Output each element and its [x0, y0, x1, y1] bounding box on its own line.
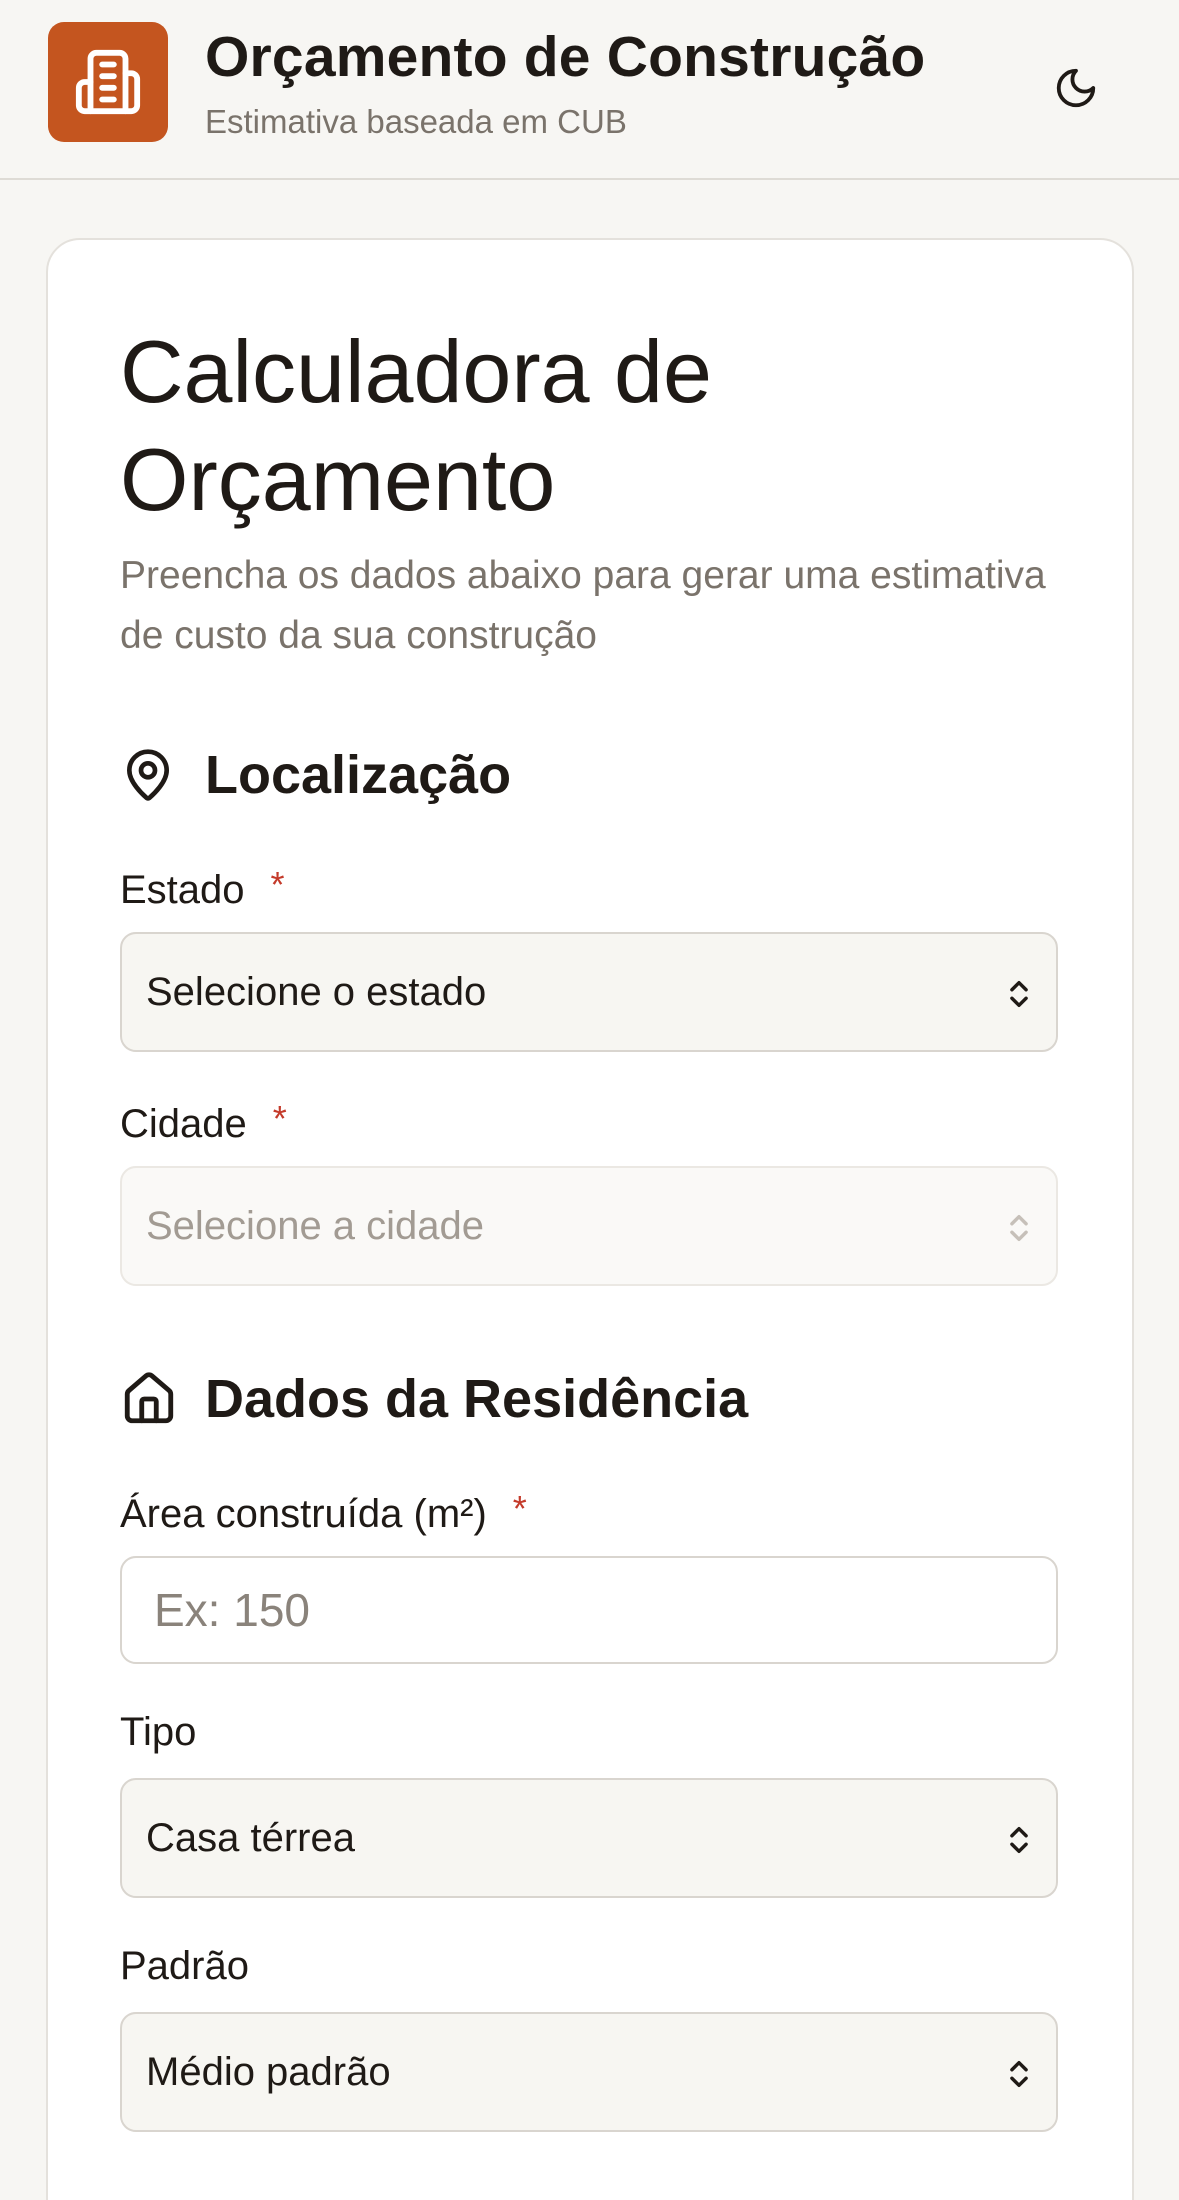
required-marker: *	[512, 1488, 527, 1529]
area-label-text: Área construída (m²)	[120, 1492, 487, 1536]
standard-select[interactable]: Médio padrão	[120, 2012, 1058, 2132]
standard-label: Padrão	[120, 1944, 249, 1988]
state-label: Estado *	[120, 864, 285, 913]
state-label-text: Estado	[120, 868, 245, 912]
section-location-heading: Localização	[120, 740, 511, 810]
required-marker: *	[272, 1098, 287, 1139]
chevron-up-down-icon	[1010, 1214, 1028, 1242]
chevron-up-down-icon	[1010, 2060, 1028, 2088]
area-input[interactable]	[120, 1556, 1058, 1664]
standard-select-value: Médio padrão	[146, 2049, 391, 2094]
section-location-title: Localização	[205, 745, 512, 805]
section-residence-title: Dados da Residência	[205, 1369, 749, 1429]
city-select[interactable]: Selecione a cidade	[120, 1166, 1058, 1286]
city-label: Cidade *	[120, 1098, 287, 1147]
building-icon	[75, 49, 141, 115]
card-description: Preencha os dados abaixo para gerar uma …	[120, 554, 1046, 657]
chevron-up-down-icon	[1010, 980, 1028, 1008]
state-select-value: Selecione o estado	[146, 969, 487, 1014]
chevron-up-down-icon	[1010, 1826, 1028, 1854]
type-label: Tipo	[120, 1710, 197, 1754]
section-residence-heading: Dados da Residência	[120, 1364, 748, 1434]
app-subtitle: Estimativa baseada em CUB	[205, 103, 627, 140]
app-header: Orçamento de Construção Estimativa basea…	[0, 0, 1179, 180]
city-select-value: Selecione a cidade	[146, 1203, 485, 1248]
map-pin-icon	[120, 745, 180, 805]
moon-icon	[1056, 68, 1096, 108]
type-select-value: Casa térrea	[146, 1815, 355, 1860]
city-label-text: Cidade	[120, 1102, 247, 1146]
theme-toggle-button[interactable]	[1036, 48, 1116, 128]
required-marker: *	[270, 864, 285, 905]
area-label: Área construída (m²) *	[120, 1488, 527, 1537]
app-logo	[48, 22, 168, 142]
state-select[interactable]: Selecione o estado	[120, 932, 1058, 1052]
home-icon	[120, 1369, 180, 1429]
app-title: Orçamento de Construção	[205, 25, 926, 89]
type-select[interactable]: Casa térrea	[120, 1778, 1058, 1898]
card-title: Calculadora de Orçamento	[120, 322, 712, 529]
